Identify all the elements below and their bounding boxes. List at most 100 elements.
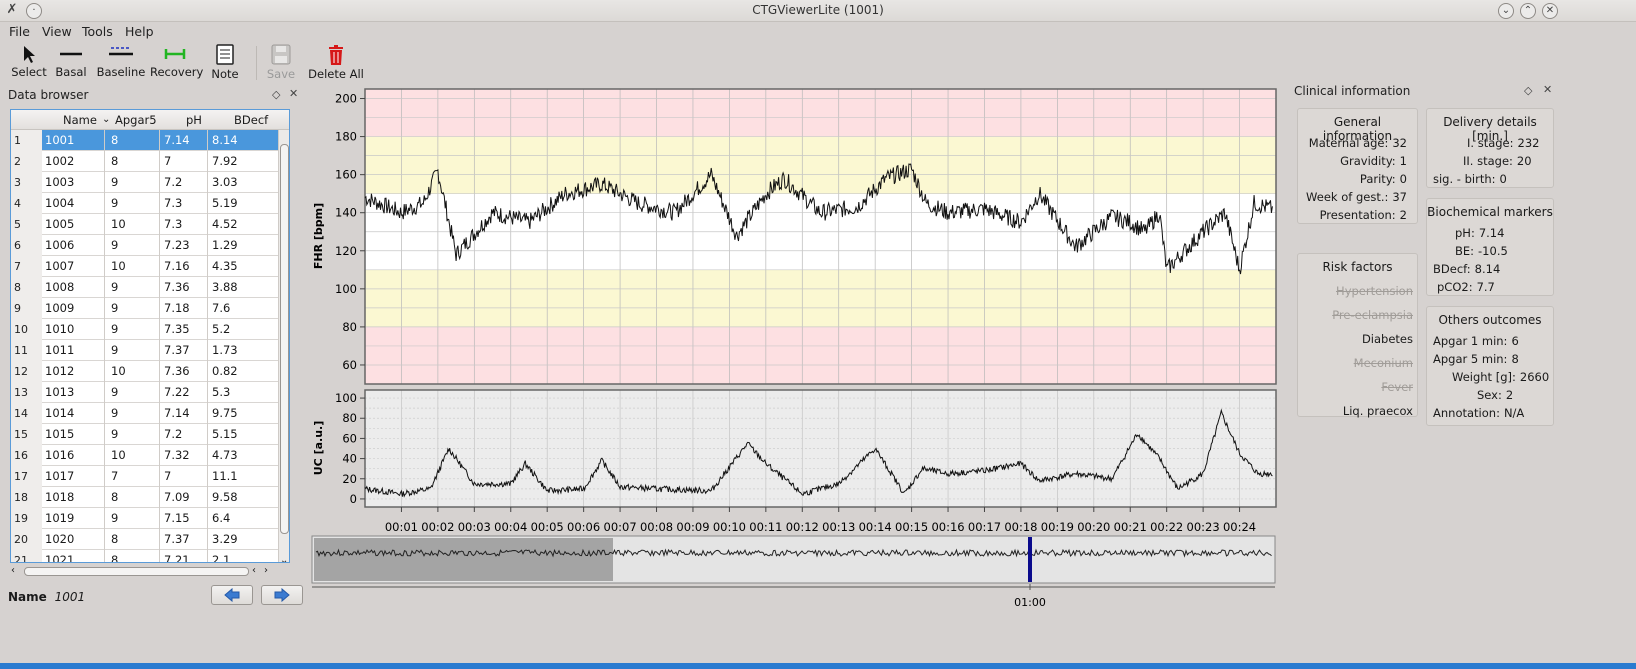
row-number[interactable]: 18 <box>14 491 28 504</box>
overview-viewport[interactable] <box>314 538 613 581</box>
cell-name[interactable]: 1015 <box>45 427 74 441</box>
table-row[interactable]: 1017 7 7 11.1 <box>42 466 278 487</box>
cell-bdecf[interactable]: 6.4 <box>212 511 230 525</box>
cell-name[interactable]: 1004 <box>45 196 74 210</box>
cell-name[interactable]: 1020 <box>45 532 74 546</box>
cell-apgar5[interactable]: 9 <box>111 427 118 441</box>
row-number[interactable]: 5 <box>14 218 21 231</box>
close-window-button[interactable]: ✕ <box>1542 3 1558 19</box>
cell-ph[interactable]: 7.2 <box>164 175 182 189</box>
cell-bdecf[interactable]: 8.14 <box>212 133 238 147</box>
column-header-bdecf[interactable]: BDecf <box>234 113 268 127</box>
cell-ph[interactable]: 7.16 <box>164 259 190 273</box>
cell-ph[interactable]: 7 <box>164 469 171 483</box>
menu-tools[interactable]: Tools <box>82 24 113 39</box>
cell-bdecf[interactable]: 11.1 <box>212 469 238 483</box>
cell-ph[interactable]: 7.37 <box>164 343 190 357</box>
row-number[interactable]: 3 <box>14 176 21 189</box>
vertical-scroll-thumb[interactable] <box>280 144 289 534</box>
basal-tool-button[interactable]: Basal <box>52 42 90 84</box>
cell-apgar5[interactable]: 9 <box>111 511 118 525</box>
cell-ph[interactable]: 7.09 <box>164 490 190 504</box>
cell-bdecf[interactable]: 0.82 <box>212 364 238 378</box>
cell-name[interactable]: 1019 <box>45 511 74 525</box>
column-header-apgar5[interactable]: Apgar5 <box>115 113 157 127</box>
sort-chevron-icon[interactable]: ⌄ <box>102 114 110 125</box>
cell-ph[interactable]: 7.23 <box>164 238 190 252</box>
table-row[interactable]: 1005 10 7.3 4.52 <box>42 214 278 235</box>
column-header-name[interactable]: Name <box>63 113 97 127</box>
cell-name[interactable]: 1016 <box>45 448 74 462</box>
vertical-scrollbar[interactable]: ⌄ <box>278 130 289 562</box>
table-row[interactable]: 1008 9 7.36 3.88 <box>42 277 278 298</box>
row-number[interactable]: 8 <box>14 281 21 294</box>
horizontal-scrollbar[interactable]: ‹ ‹ › <box>10 565 290 579</box>
minimize-button[interactable]: ⌄ <box>1498 3 1514 19</box>
cell-ph[interactable]: 7.18 <box>164 301 190 315</box>
cell-name[interactable]: 1014 <box>45 406 74 420</box>
menu-help[interactable]: Help <box>125 24 154 39</box>
cell-ph[interactable]: 7.2 <box>164 427 182 441</box>
cell-name[interactable]: 1011 <box>45 343 74 357</box>
cell-name[interactable]: 1017 <box>45 469 74 483</box>
menu-view[interactable]: View <box>42 24 72 39</box>
note-tool-button[interactable]: Note <box>208 42 242 84</box>
row-number[interactable]: 13 <box>14 386 28 399</box>
row-number[interactable]: 4 <box>14 197 21 210</box>
cell-ph[interactable]: 7 <box>164 154 171 168</box>
close-dock-icon[interactable]: ✕ <box>1543 83 1552 96</box>
menu-file[interactable]: File <box>9 24 30 39</box>
cell-apgar5[interactable]: 7 <box>111 469 118 483</box>
table-row[interactable]: 1007 10 7.16 4.35 <box>42 256 278 277</box>
table-row[interactable]: 1020 8 7.37 3.29 <box>42 529 278 550</box>
cell-apgar5[interactable]: 8 <box>111 154 118 168</box>
cell-bdecf[interactable]: 4.35 <box>212 259 238 273</box>
cell-ph[interactable]: 7.15 <box>164 511 190 525</box>
row-number[interactable]: 15 <box>14 428 28 441</box>
recovery-tool-button[interactable]: Recovery <box>150 42 203 84</box>
cell-apgar5[interactable]: 8 <box>111 490 118 504</box>
cell-ph[interactable]: 7.3 <box>164 217 182 231</box>
cell-name[interactable]: 1005 <box>45 217 74 231</box>
cell-bdecf[interactable]: 5.15 <box>212 427 238 441</box>
row-number[interactable]: 11 <box>14 344 28 357</box>
baseline-tool-button[interactable]: Baseline <box>96 42 146 84</box>
cell-apgar5[interactable]: 9 <box>111 175 118 189</box>
previous-record-button[interactable] <box>211 585 253 605</box>
cell-bdecf[interactable]: 4.52 <box>212 217 238 231</box>
cell-name[interactable]: 1006 <box>45 238 74 252</box>
undock-icon[interactable]: ◇ <box>1524 84 1532 97</box>
table-row[interactable]: 1018 8 7.09 9.58 <box>42 487 278 508</box>
column-header-ph[interactable]: pH <box>186 113 202 127</box>
cell-bdecf[interactable]: 1.73 <box>212 343 238 357</box>
cell-ph[interactable]: 7.37 <box>164 532 190 546</box>
scroll-left-icon[interactable]: ‹ <box>11 565 15 576</box>
table-row[interactable]: 1006 9 7.23 1.29 <box>42 235 278 256</box>
cell-apgar5[interactable]: 9 <box>111 301 118 315</box>
row-number[interactable]: 14 <box>14 407 28 420</box>
table-row[interactable]: 1021 8 7.21 2.1 <box>42 550 278 562</box>
scroll-down-icon[interactable]: ⌄ <box>280 555 288 562</box>
undock-icon[interactable]: ◇ <box>272 88 280 101</box>
cell-name[interactable]: 1018 <box>45 490 74 504</box>
cell-apgar5[interactable]: 9 <box>111 196 118 210</box>
cell-apgar5[interactable]: 8 <box>111 553 118 562</box>
horizontal-scroll-thumb[interactable] <box>24 567 249 576</box>
cell-ph[interactable]: 7.21 <box>164 553 190 562</box>
cell-bdecf[interactable]: 5.2 <box>212 322 230 336</box>
cell-apgar5[interactable]: 10 <box>111 448 126 462</box>
table-row[interactable]: 1011 9 7.37 1.73 <box>42 340 278 361</box>
cell-bdecf[interactable]: 5.3 <box>212 385 230 399</box>
cell-apgar5[interactable]: 10 <box>111 259 126 273</box>
table-row[interactable]: 1002 8 7 7.92 <box>42 151 278 172</box>
scroll-right-icon[interactable]: › <box>264 565 268 576</box>
cell-apgar5[interactable]: 9 <box>111 406 118 420</box>
cell-ph[interactable]: 7.36 <box>164 364 190 378</box>
cell-bdecf[interactable]: 7.92 <box>212 154 238 168</box>
cell-name[interactable]: 1009 <box>45 301 74 315</box>
cell-apgar5[interactable]: 10 <box>111 217 126 231</box>
row-number[interactable]: 10 <box>14 323 28 336</box>
table-row[interactable]: 1001 8 7.14 8.14 <box>42 130 278 151</box>
cell-apgar5[interactable]: 10 <box>111 364 126 378</box>
cell-bdecf[interactable]: 3.29 <box>212 532 238 546</box>
